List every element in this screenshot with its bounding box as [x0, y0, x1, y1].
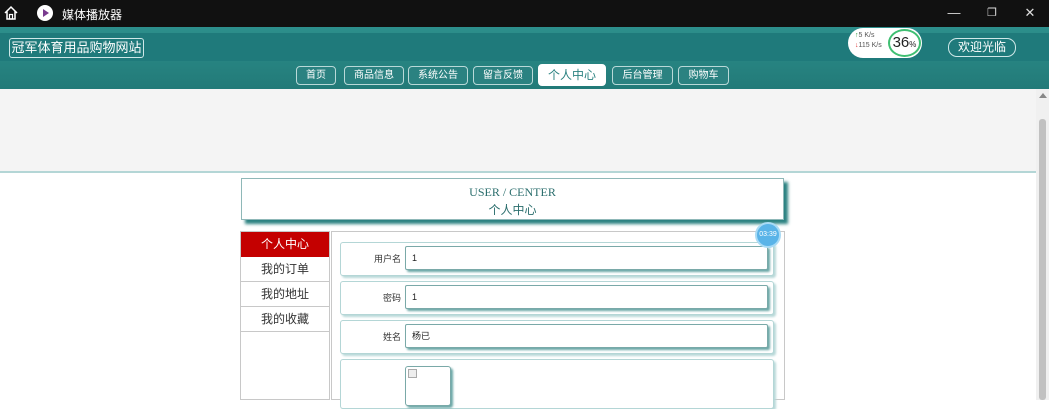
password-label: 密码: [382, 293, 401, 303]
username-label: 用户名: [373, 254, 401, 264]
avatar-row: [340, 359, 774, 409]
username-row: 用户名 1: [340, 242, 774, 276]
window-titlebar: 媒体播放器 — ❐ ✕: [0, 0, 1049, 27]
broken-image-icon: [408, 369, 417, 378]
nav-products[interactable]: 商品信息: [344, 66, 404, 85]
user-sidebar: 个人中心 我的订单 我的地址 我的收藏: [240, 231, 330, 400]
nav-home[interactable]: 首页: [296, 66, 336, 85]
scrollbar-thumb[interactable]: [1039, 119, 1046, 400]
home-icon[interactable]: [2, 4, 20, 22]
scroll-up-icon[interactable]: [1039, 93, 1047, 98]
upload-speed: 5 K/s: [855, 32, 875, 39]
nav-cart[interactable]: 购物车: [678, 66, 729, 85]
banner-area: [0, 89, 1036, 173]
nav-announcements[interactable]: 系统公告: [408, 66, 468, 85]
password-row: 密码 1: [340, 281, 774, 315]
timer-badge[interactable]: 03:39: [755, 222, 781, 248]
name-label: 姓名: [382, 332, 401, 342]
sidebar-item-my-orders[interactable]: 我的订单: [241, 257, 329, 282]
memory-percent: 36%: [888, 29, 921, 57]
name-input[interactable]: 杨已: [405, 324, 768, 348]
sidebar-item-user-center[interactable]: 个人中心: [241, 232, 329, 257]
avatar-image[interactable]: [405, 366, 451, 406]
nav-user-center[interactable]: 个人中心: [538, 64, 606, 86]
vertical-scrollbar[interactable]: [1036, 89, 1049, 400]
page-heading-box: USER / CENTER 个人中心: [241, 178, 784, 220]
download-speed: 115 K/s: [855, 42, 882, 49]
page-heading-english: USER / CENTER: [469, 185, 556, 199]
close-button[interactable]: ✕: [1019, 3, 1041, 23]
page-heading-chinese: 个人中心: [488, 203, 537, 217]
nav-feedback[interactable]: 留言反馈: [473, 66, 533, 85]
sidebar-item-my-address[interactable]: 我的地址: [241, 282, 329, 307]
nav-admin[interactable]: 后台管理: [612, 66, 673, 85]
media-player-app-icon: [37, 5, 53, 21]
password-input[interactable]: 1: [405, 285, 768, 309]
name-row: 姓名 杨已: [340, 320, 774, 354]
username-input[interactable]: 1: [405, 246, 768, 270]
maximize-button[interactable]: ❐: [981, 3, 1003, 23]
sidebar-item-my-favorites[interactable]: 我的收藏: [241, 307, 329, 332]
minimize-button[interactable]: —: [943, 3, 965, 23]
network-speed-widget[interactable]: 5 K/s 115 K/s 36%: [848, 28, 922, 58]
window-title: 媒体播放器: [62, 8, 123, 22]
welcome-label[interactable]: 欢迎光临: [948, 38, 1016, 57]
site-name[interactable]: 冠军体育用品购物网站: [9, 38, 144, 58]
